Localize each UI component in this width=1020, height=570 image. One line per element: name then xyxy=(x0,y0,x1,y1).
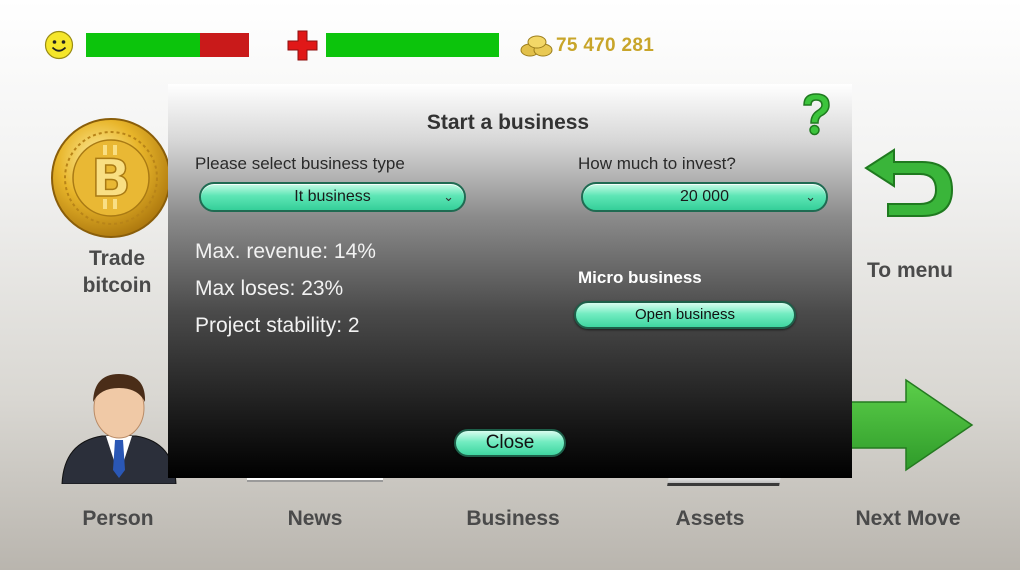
bitcoin-icon[interactable]: B xyxy=(50,117,172,239)
smiley-icon xyxy=(44,30,74,60)
business-name: Micro business xyxy=(578,268,702,287)
health-bar xyxy=(326,33,499,57)
close-button[interactable]: Close xyxy=(454,429,566,457)
next-arrow-icon[interactable] xyxy=(850,378,974,472)
project-stability-text: Project stability: 2 xyxy=(195,314,360,337)
max-revenue-text: Max. revenue: 14% xyxy=(195,240,376,263)
help-icon[interactable] xyxy=(796,92,836,136)
business-type-select[interactable]: It business ⌄ xyxy=(199,182,466,212)
chevron-down-icon: ⌄ xyxy=(443,189,454,204)
business-type-label: Please select business type xyxy=(195,154,405,173)
max-loses-text: Max loses: 23% xyxy=(195,277,344,300)
invest-amount-select[interactable]: 20 000 ⌄ xyxy=(581,182,828,212)
health-cross-icon xyxy=(287,30,318,61)
next-move-label[interactable]: Next Move xyxy=(840,507,976,531)
business-label[interactable]: Business xyxy=(448,507,578,531)
person-label[interactable]: Person xyxy=(58,507,178,531)
person-icon[interactable] xyxy=(58,366,180,484)
start-business-dialog: Start a business Please select business … xyxy=(168,84,852,478)
back-arrow-icon[interactable] xyxy=(864,140,960,220)
happiness-bar xyxy=(86,33,249,57)
happiness-bar-fill xyxy=(86,33,201,57)
happiness-bar-deficit xyxy=(200,33,249,57)
trade-bitcoin-label[interactable]: Trade bitcoin xyxy=(62,245,172,299)
invest-amount-label: How much to invest? xyxy=(578,154,736,173)
coins-icon xyxy=(520,35,553,57)
news-label[interactable]: News xyxy=(255,507,375,531)
open-business-button[interactable]: Open business xyxy=(574,301,796,329)
business-type-value: It business xyxy=(294,188,371,205)
dialog-title: Start a business xyxy=(426,111,590,134)
invest-amount-value: 20 000 xyxy=(680,188,729,205)
health-bar-fill xyxy=(326,33,499,57)
to-menu-label[interactable]: To menu xyxy=(850,259,970,283)
money-amount: 75 470 281 xyxy=(556,35,655,56)
svg-text:B: B xyxy=(91,149,131,209)
assets-label[interactable]: Assets xyxy=(650,507,770,531)
chevron-down-icon: ⌄ xyxy=(805,189,816,204)
